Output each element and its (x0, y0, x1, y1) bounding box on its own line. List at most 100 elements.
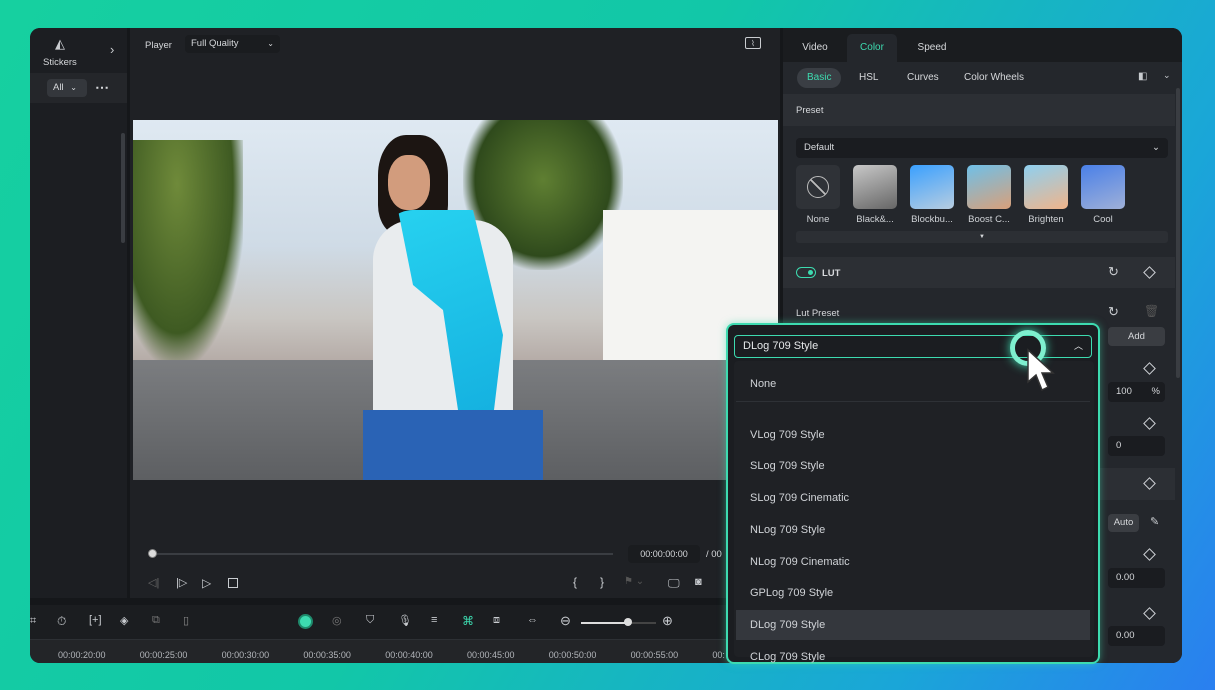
previous-frame-icon[interactable]: ◁| (148, 576, 159, 589)
mouse-pointer-icon (1027, 348, 1055, 392)
scrollbar[interactable] (121, 133, 125, 243)
presets-expand-button[interactable]: ▼ (796, 231, 1168, 243)
trash-icon: 🗑 (1144, 304, 1160, 318)
stop-icon[interactable] (228, 578, 238, 588)
value-input[interactable]: 0.00 (1108, 626, 1165, 646)
audio-list-icon[interactable]: ≡ (431, 614, 437, 626)
keyframe-diamond-icon[interactable] (1143, 417, 1156, 430)
zoom-in-icon[interactable]: ⊕ (662, 613, 673, 629)
lut-option[interactable]: NLog 709 Style (736, 515, 1090, 545)
chevron-down-icon[interactable]: ⌄ (1163, 70, 1171, 81)
chevron-down-icon: ⌄ (267, 39, 274, 48)
keyframe-diamond-icon[interactable] (1143, 548, 1156, 561)
link-icon[interactable]: ⌘ (462, 614, 474, 628)
compare-view-icon[interactable]: ◧ (1138, 71, 1147, 82)
stickers-tab[interactable]: Stickers (43, 57, 77, 68)
lut-option[interactable]: DLog 709 Style (736, 609, 1090, 640)
lut-option[interactable]: SLog 709 Style (736, 451, 1090, 481)
marker-icon[interactable]: ⚑ ⌄ (624, 576, 644, 587)
mark-in-icon[interactable]: { (573, 575, 577, 589)
preset-select[interactable]: Default ⌄ (796, 138, 1168, 158)
fit-icon[interactable]: ⇔ (527, 614, 538, 626)
play-icon[interactable]: ▷ (202, 576, 211, 590)
keyframe-diamond-icon[interactable] (1143, 362, 1156, 375)
strength-unit: % (1151, 386, 1160, 397)
keyframe-diamond-icon[interactable] (1143, 266, 1156, 279)
freeze-frame-icon[interactable]: [+] (89, 614, 102, 626)
mark-out-icon[interactable]: } (600, 575, 604, 589)
strength-input[interactable]: 100% (1108, 382, 1165, 402)
stickers-icon[interactable]: ◭ (50, 36, 70, 52)
tab-color[interactable]: Color (847, 34, 897, 62)
more-button[interactable]: ⋯ (95, 79, 109, 96)
scrollbar[interactable] (1176, 88, 1180, 378)
lut-option[interactable]: GPLog 709 Style (736, 578, 1090, 608)
snapshot-icon[interactable]: ◙ (695, 576, 702, 588)
marker-add-icon[interactable]: ⛉ (366, 614, 374, 627)
video-preview (133, 120, 778, 480)
preset-cool[interactable] (1081, 165, 1125, 209)
lut-option[interactable]: CLog 709 Style (736, 642, 1090, 672)
lut-selected-value: DLog 709 Style (743, 340, 819, 352)
next-frame-icon[interactable]: |▷ (176, 576, 187, 589)
scopes-icon[interactable]: ⌇ (745, 37, 761, 49)
tab-speed[interactable]: Speed (907, 34, 957, 62)
text-to-speech-icon[interactable]: ⧉ (152, 614, 160, 627)
zoom-out-icon[interactable]: ⊖ (560, 613, 571, 629)
eyedropper-icon[interactable]: ✎ (1150, 515, 1159, 528)
zoom-slider[interactable] (581, 622, 656, 624)
subtab-color-wheels[interactable]: Color Wheels (954, 68, 1034, 88)
crop-icon[interactable]: ⌗ (30, 615, 36, 628)
lut-option[interactable]: SLog 709 Cinematic (736, 483, 1090, 513)
expand-chevron-icon[interactable]: › (110, 42, 114, 57)
preset-label: Brighten (1028, 214, 1064, 225)
render-preview-icon[interactable]: ◎ (332, 614, 342, 627)
playhead-handle[interactable] (148, 549, 157, 558)
reset-icon[interactable]: ↻ (1108, 304, 1119, 320)
tab-video[interactable]: Video (791, 34, 839, 62)
reset-icon[interactable]: ↻ (1108, 264, 1119, 280)
subtab-curves[interactable]: Curves (897, 68, 949, 88)
keyframe-icon[interactable]: ◈ (120, 614, 128, 627)
preset-none[interactable] (796, 165, 840, 209)
preset-brighten[interactable] (1024, 165, 1068, 209)
value-input[interactable]: 0.00 (1108, 568, 1165, 588)
auto-button[interactable]: Auto (1108, 514, 1139, 532)
keyframe-diamond-icon[interactable] (1143, 607, 1156, 620)
preset-blockbuster[interactable] (910, 165, 954, 209)
lut-toggle[interactable] (796, 267, 816, 278)
preset-select-value: Default (804, 142, 835, 153)
quality-select[interactable]: Full Quality ⌄ (185, 35, 280, 53)
preset-black-white[interactable] (853, 165, 897, 209)
total-time: / 00 (706, 549, 722, 560)
timeline-tick-label: 00:00:35:00 (303, 650, 351, 660)
lut-label: LUT (822, 268, 841, 279)
subtab-basic[interactable]: Basic (797, 68, 842, 88)
player-label: Player (145, 40, 172, 51)
chevron-down-icon: ⌄ (70, 83, 77, 92)
timer-icon[interactable]: ⏱ (57, 614, 66, 629)
value-input[interactable]: 0 (1108, 436, 1165, 456)
timeline-tick-label: 00:00:25:00 (139, 650, 188, 660)
add-lut-button[interactable]: Add (1108, 327, 1165, 346)
filter-select[interactable]: All ⌄ (47, 79, 87, 97)
strength-value: 100 (1116, 386, 1132, 397)
preset-label: Boost C... (968, 214, 1010, 225)
ai-assistant-icon[interactable] (298, 614, 313, 629)
timeline-tick-label: 00:00:40:00 (385, 650, 433, 660)
microphone-icon[interactable]: 🎙 (398, 614, 412, 627)
lut-option[interactable]: VLog 709 Style (736, 420, 1090, 450)
player-panel: Player Full Quality ⌄ ⌇ 00:00:00:00 / 00 … (130, 28, 780, 598)
preview-icon[interactable]: ⧈ (493, 614, 500, 627)
preset-boost-color[interactable] (967, 165, 1011, 209)
zoom-slider-handle[interactable] (623, 618, 632, 626)
preset-label: Black&... (856, 214, 894, 225)
none-icon (807, 176, 829, 198)
subtab-hsl[interactable]: HSL (849, 68, 888, 88)
timeline-tick-label: 00:00:20:00 (58, 650, 106, 660)
timeline-toolbar: ⌗ ⏱ [+] ◈ ⧉ ▯ ◎ ⛉ 🎙 ≡ ⌘ ⧈ ⇔ ⊖ ⊕ (30, 605, 730, 639)
progress-slider[interactable] (150, 553, 613, 555)
stabilize-icon[interactable]: ▯ (183, 614, 189, 627)
lut-option[interactable]: NLog 709 Cinematic (736, 547, 1090, 577)
display-icon[interactable]: 🖵 (668, 576, 680, 591)
